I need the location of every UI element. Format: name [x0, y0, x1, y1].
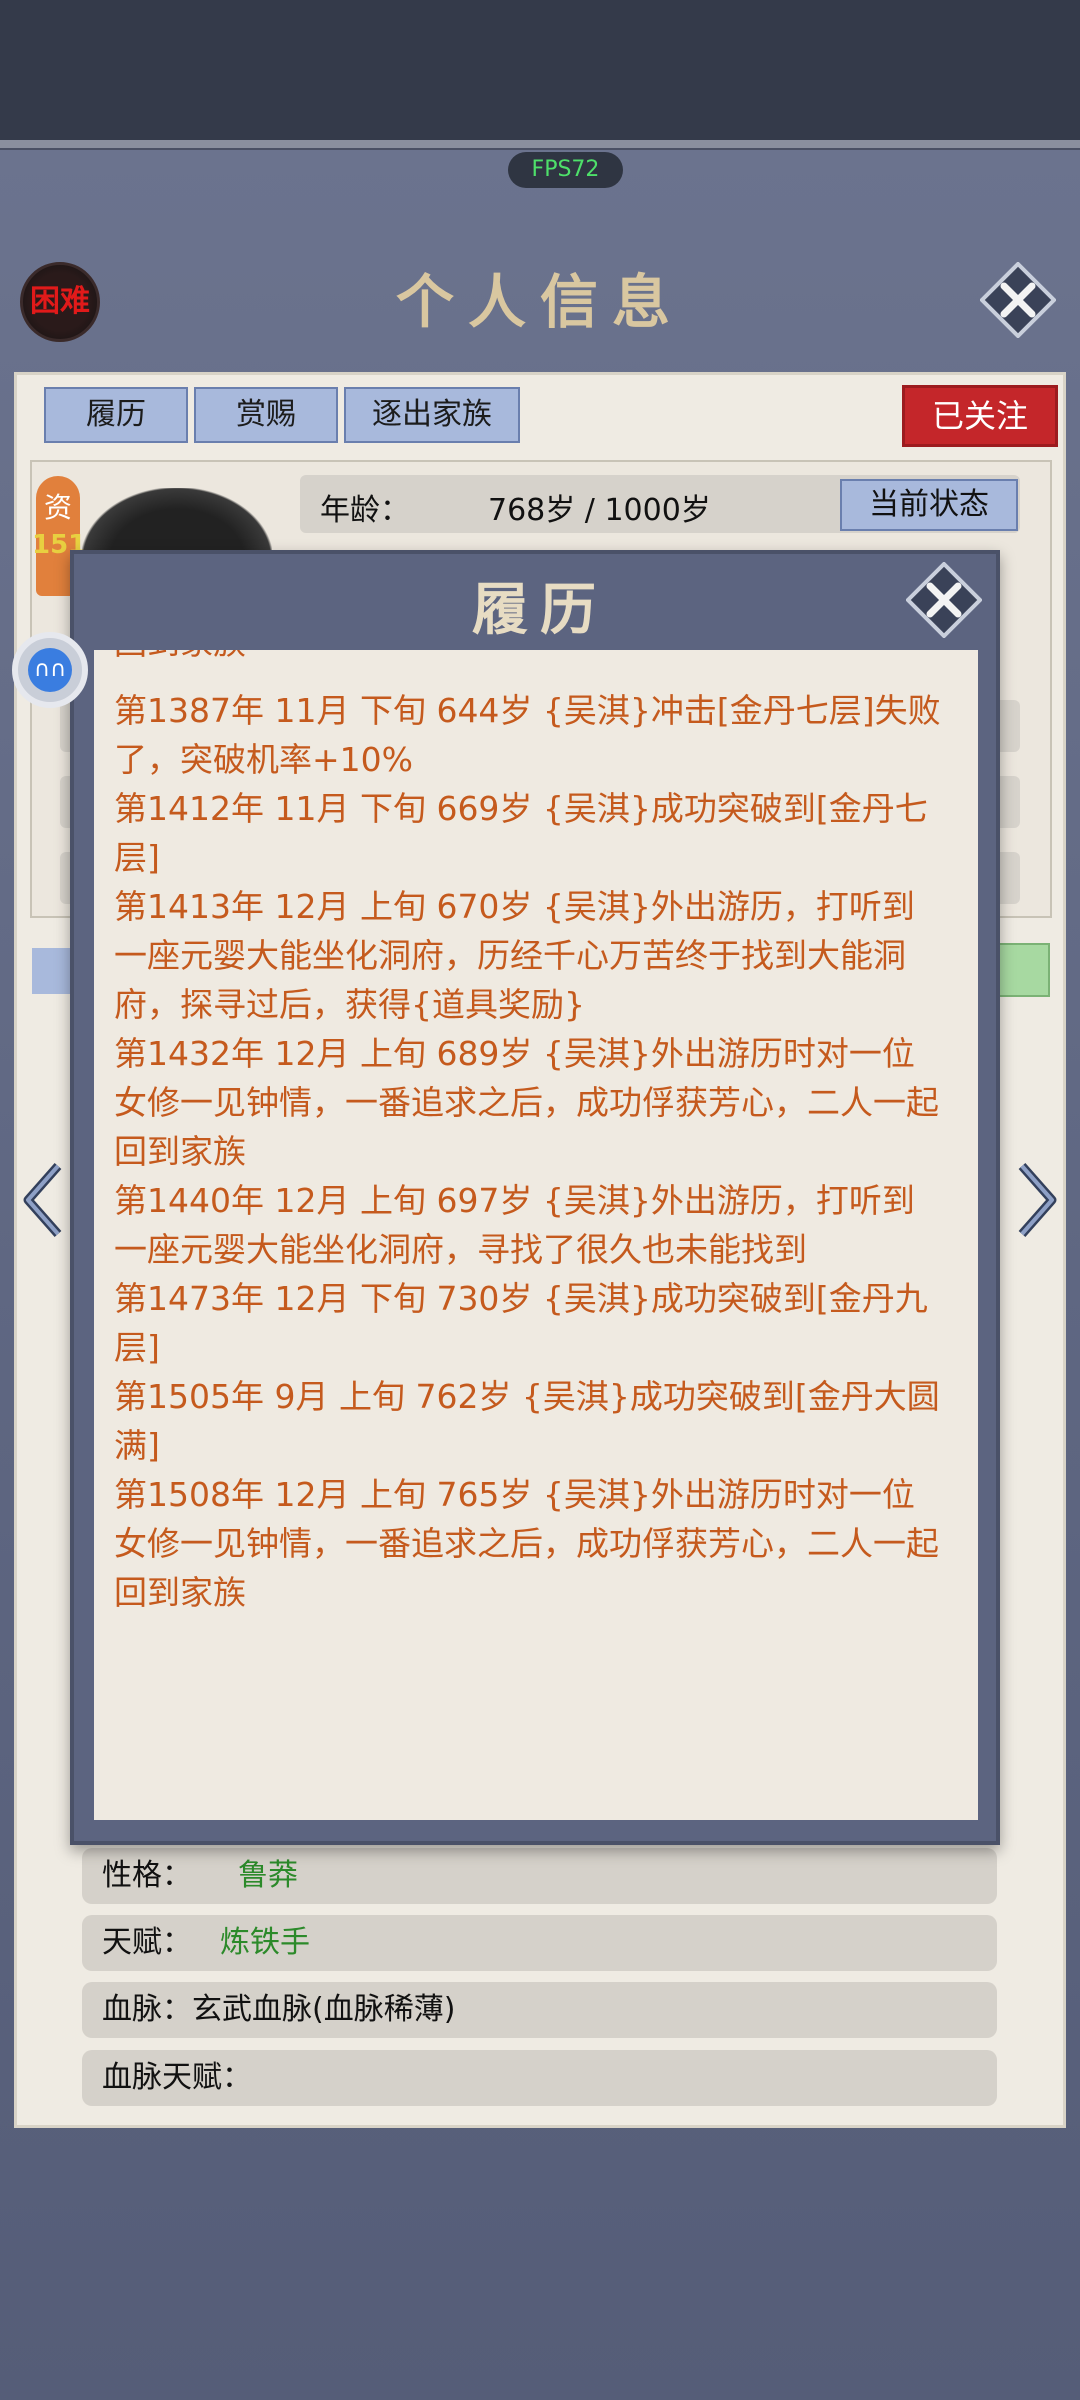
- history-entry: 第1440年 12月 上旬 697岁 {吴淇}外出游历，打听到一座元婴大能坐化洞…: [114, 1181, 915, 1269]
- top-bar-edge: [0, 140, 1080, 150]
- talent-row: 天赋： 炼铁手: [82, 1915, 997, 1971]
- history-partial-line: 回到家族: [114, 650, 246, 667]
- followed-badge[interactable]: 已关注: [902, 385, 1058, 447]
- assistant-icon: ∩∩: [28, 648, 72, 692]
- top-bar: [0, 0, 1080, 145]
- fps-counter: FPS72: [508, 152, 623, 188]
- age-label: 年龄：: [320, 493, 410, 528]
- bloodline-talent-text: 血脉天赋：: [102, 2060, 252, 2095]
- personality-label: 性格：: [102, 1858, 192, 1893]
- history-entry: 第1387年 11月 下旬 644岁 {吴淇}冲击[金丹七层]失败了，突破机率+…: [114, 691, 941, 779]
- history-list[interactable]: 回到家族 第1387年 11月 下旬 644岁 {吴淇}冲击[金丹七层]失败了，…: [94, 650, 978, 1820]
- history-entry: 第1412年 11月 下旬 669岁 {吴淇}成功突破到[金丹七层]: [114, 789, 928, 877]
- history-entry: 第1473年 12月 下旬 730岁 {吴淇}成功突破到[金丹九层]: [114, 1279, 928, 1367]
- bloodline-text: 血脉：玄武血脉(血脉稀薄): [102, 1992, 456, 2027]
- personality-value: 鲁莽: [238, 1858, 298, 1893]
- history-entry: 第1505年 9月 上旬 762岁 {吴淇}成功突破到[金丹大圆满]: [114, 1377, 940, 1465]
- tab-expel[interactable]: 逐出家族: [344, 387, 520, 443]
- bloodline-talent-row: 血脉天赋：: [82, 2050, 997, 2106]
- difficulty-badge[interactable]: 困难: [20, 262, 100, 342]
- prev-arrow-icon[interactable]: [18, 1160, 68, 1240]
- page-title: 个人信息: [395, 268, 684, 336]
- bloodline-row: 血脉：玄武血脉(血脉稀薄): [82, 1982, 997, 2038]
- aptitude-label: 资: [44, 491, 73, 524]
- floating-assistant-button[interactable]: ∩∩: [12, 632, 88, 708]
- age-value: 768岁 / 1000岁: [488, 493, 711, 528]
- history-entry: 第1432年 12月 上旬 689岁 {吴淇}外出游历时对一位女修一见钟情，一番…: [114, 1034, 939, 1171]
- personality-row: 性格： 鲁莽: [82, 1848, 997, 1904]
- talent-label: 天赋：: [102, 1925, 192, 1960]
- next-arrow-icon[interactable]: [1012, 1160, 1062, 1240]
- history-entry: 第1508年 12月 上旬 765岁 {吴淇}外出游历时对一位女修一见钟情，一番…: [114, 1475, 939, 1612]
- close-modal-button[interactable]: [906, 562, 982, 638]
- talent-value: 炼铁手: [220, 1925, 310, 1960]
- history-entries: 第1387年 11月 下旬 644岁 {吴淇}冲击[金丹七层]失败了，突破机率+…: [114, 686, 944, 1617]
- tab-rewards[interactable]: 赏赐: [194, 387, 338, 443]
- tab-history[interactable]: 履历: [44, 387, 188, 443]
- history-entry: 第1413年 12月 上旬 670岁 {吴淇}外出游历，打听到一座元婴大能坐化洞…: [114, 887, 915, 1024]
- modal-title: 履历: [472, 577, 608, 643]
- close-page-button[interactable]: [980, 262, 1056, 338]
- current-state-button[interactable]: 当前状态: [840, 479, 1018, 531]
